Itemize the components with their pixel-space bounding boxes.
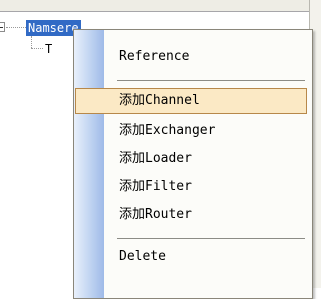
menu-separator	[117, 238, 305, 239]
tree-connector	[31, 48, 43, 49]
tree-node-child[interactable]: T	[45, 41, 52, 57]
menu-separator	[117, 80, 305, 81]
menu-item-delete[interactable]: Delete	[75, 244, 307, 270]
menu-item-add-channel[interactable]: 添加Channel	[75, 88, 307, 114]
menu-item-reference[interactable]: Reference	[75, 44, 307, 70]
tree-connector	[6, 27, 26, 28]
menu-item-add-loader[interactable]: 添加Loader	[75, 146, 307, 172]
tree-collapse-icon[interactable]	[0, 22, 5, 32]
tree-connector	[31, 36, 32, 48]
context-menu: Reference 添加Channel 添加Exchanger 添加Loader…	[73, 29, 313, 299]
panel-header-strip	[0, 0, 321, 12]
menu-item-add-router[interactable]: 添加Router	[75, 202, 307, 228]
menu-item-add-exchanger[interactable]: 添加Exchanger	[75, 118, 307, 144]
panel-header-divider	[0, 11, 321, 12]
menu-item-add-filter[interactable]: 添加Filter	[75, 174, 307, 200]
